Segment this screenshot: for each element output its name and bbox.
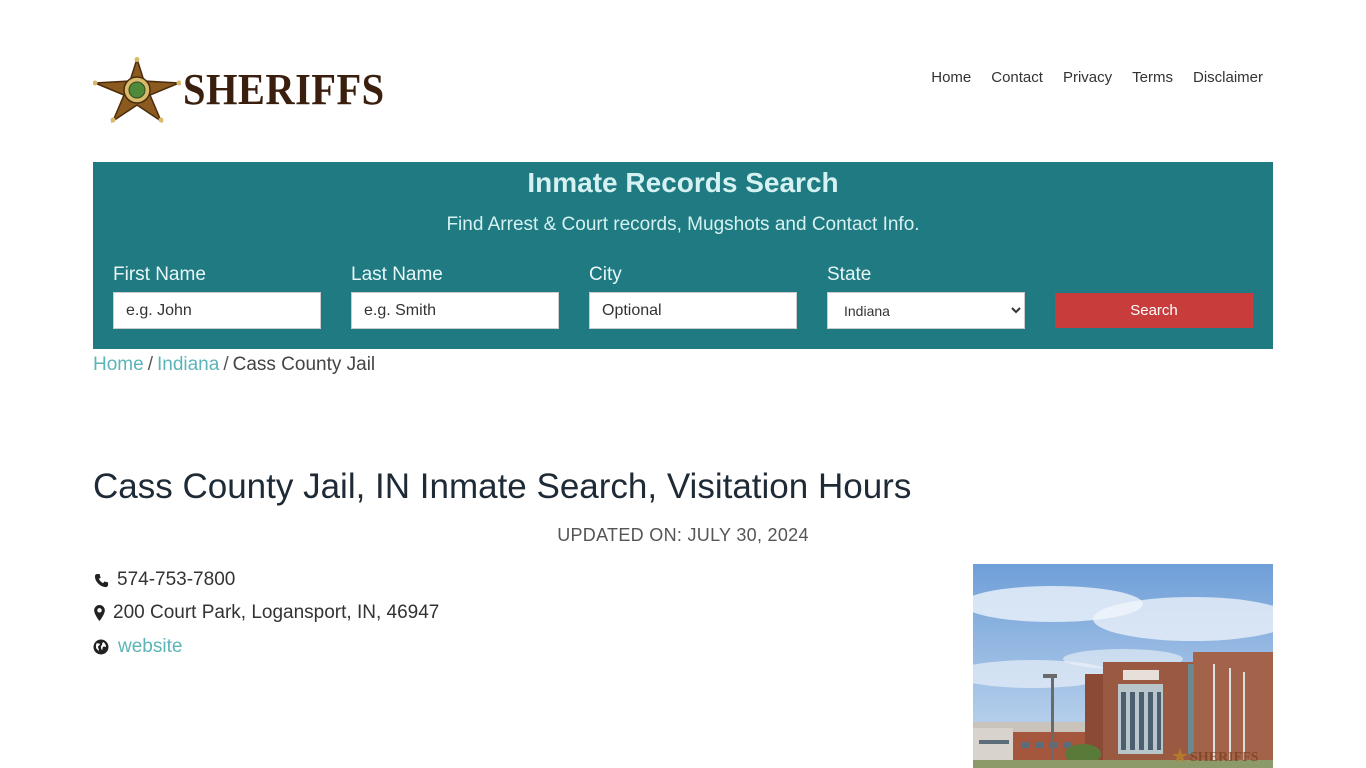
- top-nav: Home Contact Privacy Terms Disclaimer: [931, 69, 1263, 86]
- logo-text: SHERIFFS: [183, 65, 385, 114]
- search-panel-title: Inmate Records Search: [527, 167, 839, 198]
- search-button[interactable]: Search: [1055, 293, 1253, 328]
- jail-photo: SHERIFFS: [973, 564, 1273, 768]
- website-link[interactable]: website: [118, 636, 182, 658]
- site-logo[interactable]: SHERIFFS: [93, 57, 402, 123]
- first-name-input[interactable]: [113, 292, 321, 329]
- city-input[interactable]: [589, 292, 797, 329]
- contact-website: website: [93, 636, 182, 658]
- nav-terms[interactable]: Terms: [1132, 69, 1173, 86]
- address-text: 200 Court Park, Logansport, IN, 46947: [113, 602, 440, 623]
- first-name-label: First Name: [113, 264, 206, 285]
- last-name-label: Last Name: [351, 264, 443, 285]
- page-title: Cass County Jail, IN Inmate Search, Visi…: [93, 467, 912, 506]
- phone-icon: [93, 571, 109, 589]
- updated-date: UPDATED ON: JULY 30, 2024: [557, 525, 809, 545]
- search-panel-subtitle: Find Arrest & Court records, Mugshots an…: [446, 214, 920, 235]
- svg-text:SHERIFFS: SHERIFFS: [1190, 750, 1259, 765]
- nav-disclaimer[interactable]: Disclaimer: [1193, 69, 1263, 86]
- breadcrumb-separator: /: [147, 354, 153, 375]
- contact-address: 200 Court Park, Logansport, IN, 46947: [93, 602, 439, 624]
- nav-home[interactable]: Home: [931, 69, 971, 86]
- inmate-search-panel: Inmate Records Search Find Arrest & Cour…: [93, 162, 1273, 349]
- breadcrumb-current: Cass County Jail: [232, 354, 376, 375]
- globe-icon: [93, 638, 109, 656]
- nav-privacy[interactable]: Privacy: [1063, 69, 1112, 86]
- state-select[interactable]: Indiana: [827, 292, 1025, 329]
- breadcrumb: Home / Indiana / Cass County Jail: [93, 354, 375, 376]
- breadcrumb-separator: /: [223, 354, 229, 375]
- map-marker-icon: [93, 604, 105, 622]
- phone-number: 574-753-7800: [117, 569, 236, 590]
- last-name-input[interactable]: [351, 292, 559, 329]
- breadcrumb-home[interactable]: Home: [93, 354, 144, 375]
- state-label: State: [827, 264, 872, 285]
- city-label: City: [589, 264, 622, 285]
- breadcrumb-state[interactable]: Indiana: [157, 354, 219, 375]
- nav-contact[interactable]: Contact: [991, 69, 1043, 86]
- sheriff-star-icon: [93, 57, 181, 123]
- contact-phone: 574-753-7800: [93, 569, 235, 591]
